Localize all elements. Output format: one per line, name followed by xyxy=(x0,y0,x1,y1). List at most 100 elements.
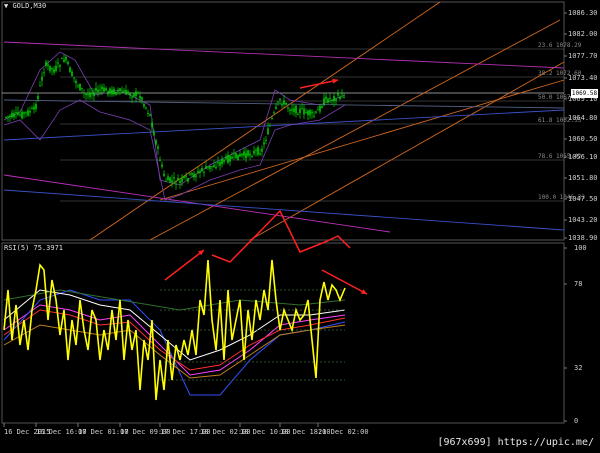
candle-body xyxy=(31,108,33,110)
candle-body xyxy=(337,92,339,96)
candle-body xyxy=(75,80,77,84)
candle-body xyxy=(277,101,279,103)
candle-body xyxy=(163,173,165,176)
candle-body xyxy=(21,111,23,119)
candle-body xyxy=(69,67,71,73)
candle-body xyxy=(9,115,11,118)
candle-body xyxy=(261,148,263,152)
candle-body xyxy=(203,171,205,173)
candle-body xyxy=(33,106,35,110)
candle-body xyxy=(237,154,239,161)
trend-line xyxy=(249,61,565,241)
candle-body xyxy=(235,152,237,159)
candle-body xyxy=(115,92,117,95)
symbol-label: GOLD,M30 xyxy=(12,2,47,10)
price-label: 1038.90 xyxy=(568,234,598,242)
fib-label: 23.6 1078.29 xyxy=(538,42,582,49)
rsi-ma-line xyxy=(3,289,346,396)
candle-body xyxy=(193,173,195,178)
candle-body xyxy=(239,153,241,157)
candle-body xyxy=(255,149,257,151)
candle-body xyxy=(233,153,235,155)
candle-body xyxy=(65,56,67,61)
candle-body xyxy=(281,104,283,106)
candle-body xyxy=(183,176,185,178)
candle-body xyxy=(111,89,113,95)
candle-body xyxy=(247,150,249,156)
candle-body xyxy=(91,92,93,95)
candle-body xyxy=(221,159,223,165)
candle-body xyxy=(125,89,127,95)
symbol-title[interactable]: ▼ GOLD,M30 xyxy=(4,2,46,10)
candle-body xyxy=(99,89,101,91)
channel-lines xyxy=(3,1,565,241)
candle-body xyxy=(45,61,47,66)
candle-body xyxy=(271,118,273,120)
chart-window[interactable]: 23.6 1078.29 38.2 1072.60 50.0 1067.97 61.8… xyxy=(0,0,600,453)
candle-body xyxy=(35,104,37,110)
candle-body xyxy=(131,96,133,98)
candle-body xyxy=(27,110,29,116)
candle-body xyxy=(11,112,13,118)
candle-body xyxy=(19,114,21,116)
candle-body xyxy=(43,72,45,74)
candle-body xyxy=(317,109,319,111)
price-label: 1056.10 xyxy=(568,153,598,161)
main-panel-frame xyxy=(1,1,565,241)
candle-body xyxy=(251,156,253,158)
candle-body xyxy=(273,112,275,114)
rsi-axis-label: 100 xyxy=(574,244,587,252)
candle-body xyxy=(343,97,345,99)
candle-body xyxy=(101,86,103,90)
candle-body xyxy=(173,177,175,179)
candle-body xyxy=(149,114,151,116)
candle-body xyxy=(259,153,261,155)
candle-body xyxy=(39,85,41,87)
candle-body xyxy=(197,171,199,173)
candle-body xyxy=(135,91,137,97)
candle-body xyxy=(297,113,299,115)
rsi-axis-label: 78 xyxy=(574,280,582,288)
candle-body xyxy=(311,111,313,114)
trend-line xyxy=(89,1,441,241)
price-label: 1073.40 xyxy=(568,74,598,82)
candle-body xyxy=(105,88,107,91)
candle-body xyxy=(293,108,295,113)
fibonacci-levels: 23.6 1078.2938.2 1072.6050.0 1067.9761.8… xyxy=(2,42,585,202)
candle-body xyxy=(185,175,187,178)
candle-body xyxy=(171,180,173,183)
candle-body xyxy=(205,166,207,169)
candle-body xyxy=(201,167,203,172)
rsi-axis-label: 32 xyxy=(574,364,582,372)
candle-body xyxy=(295,105,297,114)
candle-body xyxy=(187,178,189,182)
chart-canvas[interactable]: 23.6 1078.2938.2 1072.6050.0 1067.9761.8… xyxy=(0,0,600,453)
candle-body xyxy=(307,110,309,116)
upper-band xyxy=(3,51,346,186)
candle-body xyxy=(95,87,97,91)
candle-body xyxy=(63,59,65,62)
arrow-path xyxy=(211,209,351,263)
candle-body xyxy=(207,166,209,168)
candle-body xyxy=(279,98,281,101)
current-price-tag: 1069.58 xyxy=(571,89,598,98)
candle-body xyxy=(165,180,167,182)
candle-body xyxy=(103,87,105,92)
candle-body xyxy=(57,62,59,64)
candle-body xyxy=(81,87,83,89)
candle-body xyxy=(321,106,323,108)
candle-body xyxy=(85,94,87,96)
candle-body xyxy=(155,140,157,145)
candle-body xyxy=(147,112,149,114)
candle-body xyxy=(225,156,227,159)
candle-body xyxy=(325,96,327,100)
candle-body xyxy=(181,178,183,182)
triangle-down-icon[interactable]: ▼ xyxy=(4,2,8,10)
price-label: 1047.50 xyxy=(568,195,598,203)
candle-body xyxy=(275,106,277,109)
candle-body xyxy=(13,113,15,118)
time-axis: 16 Dec 201516 Dec 16:0017 Dec 01:0017 De… xyxy=(3,423,369,436)
candle-body xyxy=(331,99,333,101)
price-label: 1086.30 xyxy=(568,9,598,17)
candle-body xyxy=(287,107,289,109)
